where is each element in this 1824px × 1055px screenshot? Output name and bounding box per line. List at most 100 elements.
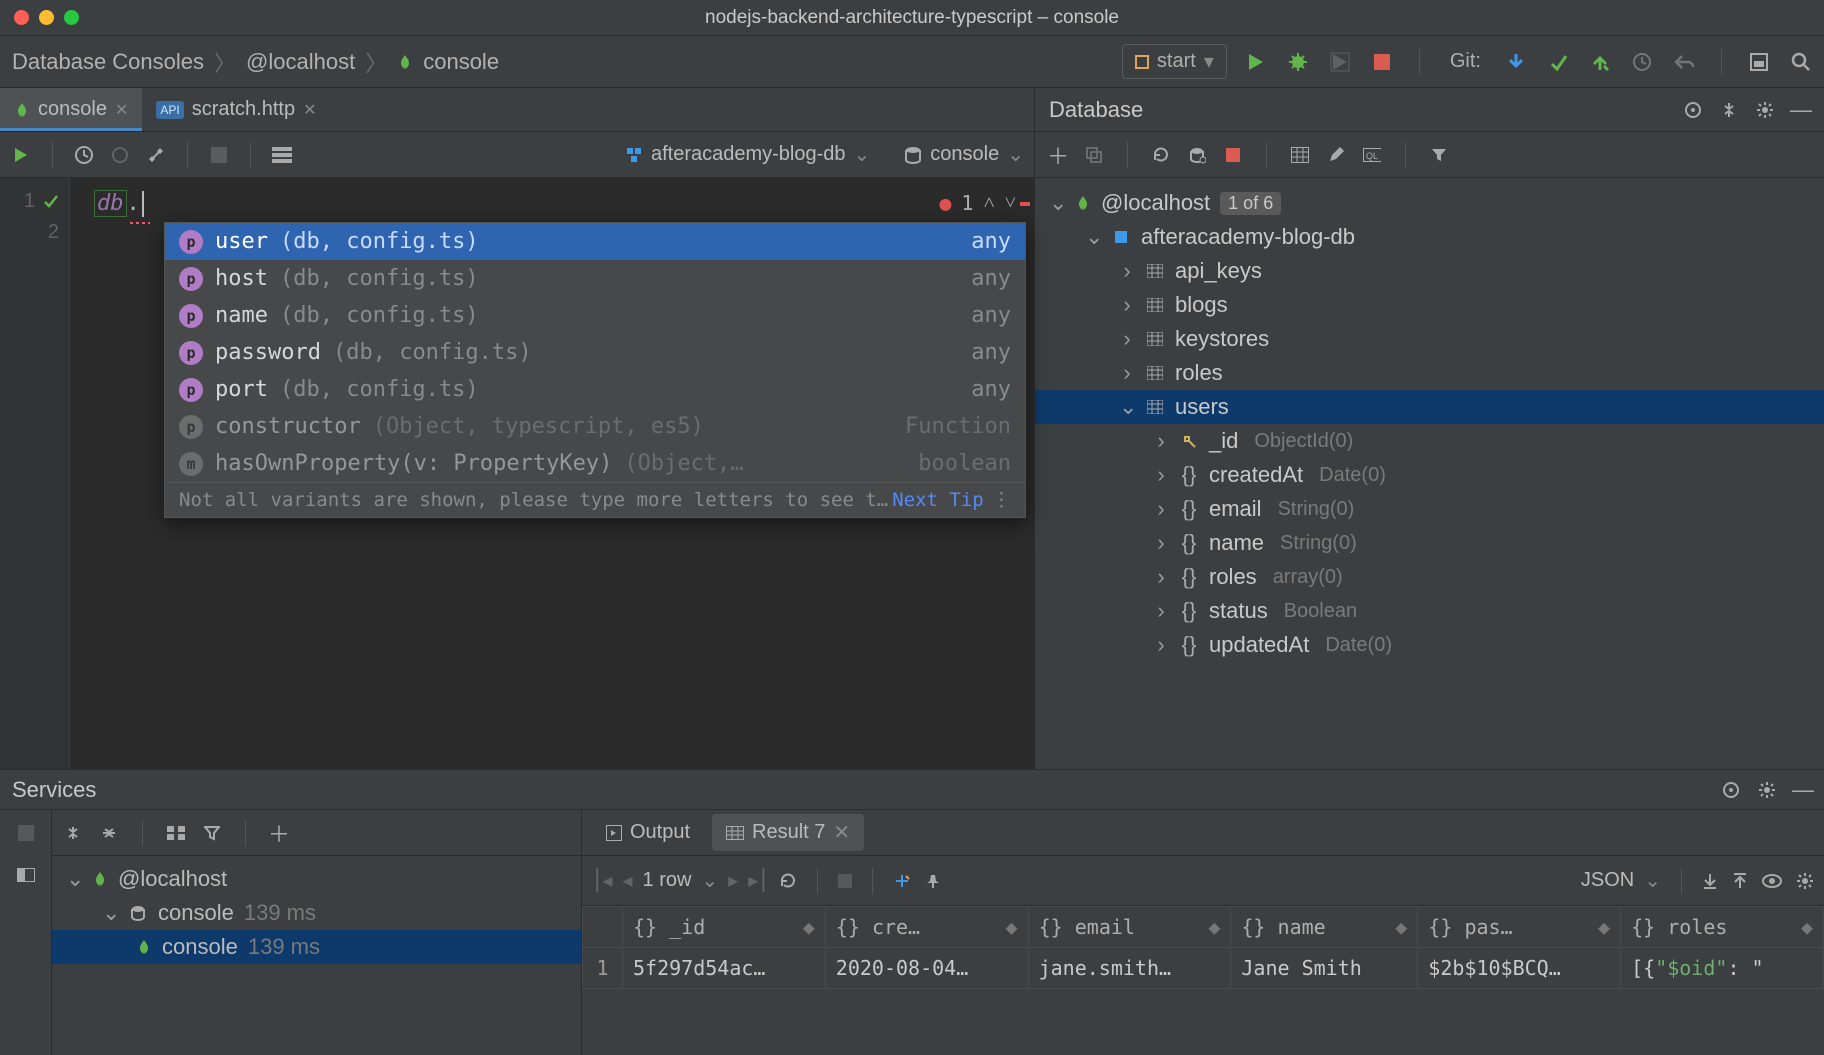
code-body[interactable]: db. ● 1 ˄ ˅ p user (db, config.ts) bbox=[70, 178, 1034, 769]
edit-icon[interactable] bbox=[1327, 146, 1345, 164]
tree-node-column[interactable]: ›{}emailString(0) bbox=[1035, 492, 1824, 526]
more-menu-icon[interactable]: ⋮ bbox=[992, 489, 1011, 511]
service-node-console[interactable]: ⌄ console 139 ms bbox=[52, 896, 581, 930]
prev-page-icon[interactable]: ◂ bbox=[622, 868, 632, 893]
gear-icon[interactable] bbox=[1796, 872, 1814, 890]
ide-settings-icon[interactable] bbox=[1748, 51, 1770, 73]
tree-node-column[interactable]: ›{}rolesarray(0) bbox=[1035, 560, 1824, 594]
next-error-icon[interactable]: ˅ bbox=[1005, 190, 1016, 215]
column-header[interactable]: {} name◆ bbox=[1231, 907, 1418, 948]
cell-roles[interactable]: [{"$oid": " bbox=[1621, 948, 1824, 989]
locate-icon[interactable] bbox=[1684, 101, 1702, 119]
tree-node-table[interactable]: ›keystores bbox=[1035, 322, 1824, 356]
completion-popup[interactable]: p user (db, config.ts) any p host (db, c… bbox=[164, 222, 1026, 518]
result-tab[interactable]: Result 7 ✕ bbox=[712, 814, 864, 851]
minimize-window-button[interactable] bbox=[39, 10, 54, 25]
cell-createdat[interactable]: 2020-08-04… bbox=[825, 948, 1028, 989]
query-console-icon[interactable]: QL bbox=[1363, 146, 1381, 164]
inspection-widget[interactable]: ● 1 ˄ ˅ bbox=[939, 190, 1016, 215]
sync-icon[interactable] bbox=[1188, 146, 1206, 164]
completion-item[interactable]: p host (db, config.ts) any bbox=[165, 260, 1025, 297]
completion-item[interactable]: p password (db, config.ts) any bbox=[165, 334, 1025, 371]
close-tab-icon[interactable]: ✕ bbox=[303, 100, 316, 120]
error-stripe-mark[interactable] bbox=[1020, 202, 1030, 206]
export-down-icon[interactable] bbox=[1702, 872, 1718, 890]
settings-icon[interactable] bbox=[145, 144, 167, 166]
cell-name[interactable]: Jane Smith bbox=[1231, 948, 1418, 989]
tree-node-table[interactable]: ⌄users bbox=[1035, 390, 1824, 424]
prev-error-icon[interactable]: ˄ bbox=[983, 190, 994, 215]
service-node-query[interactable]: console 139 ms bbox=[52, 930, 581, 964]
completion-item[interactable]: p constructor (Object, typescript, es5) … bbox=[165, 408, 1025, 445]
services-tree[interactable]: ⌄ @localhost ⌄ console 139 ms console 13… bbox=[52, 856, 581, 1055]
row-count-label[interactable]: 1 row bbox=[643, 869, 692, 892]
expand-all-icon[interactable] bbox=[64, 824, 82, 842]
last-page-icon[interactable]: ▸⎮ bbox=[748, 868, 768, 893]
cell-email[interactable]: jane.smith… bbox=[1028, 948, 1231, 989]
close-tab-icon[interactable]: ✕ bbox=[833, 820, 850, 845]
tree-node-column[interactable]: ›{}nameString(0) bbox=[1035, 526, 1824, 560]
breadcrumb-item[interactable]: console bbox=[423, 49, 499, 75]
hide-icon[interactable]: — bbox=[1792, 101, 1810, 119]
git-commit-icon[interactable] bbox=[1547, 51, 1569, 73]
breadcrumb[interactable]: Database Consoles 〉 @localhost 〉 console bbox=[12, 46, 499, 78]
view-icon[interactable] bbox=[1762, 874, 1782, 888]
tree-node-schema[interactable]: ⌄ afteracademy-blog-db bbox=[1035, 220, 1824, 254]
viewer-selector[interactable]: JSON ⌄ bbox=[1581, 868, 1661, 893]
layout-icon[interactable] bbox=[271, 144, 293, 166]
tree-node-column[interactable]: ›{}statusBoolean bbox=[1035, 594, 1824, 628]
code-editor[interactable]: 1 2 db. ● 1 ˄ ˅ bbox=[0, 178, 1034, 769]
collapse-icon[interactable] bbox=[1720, 101, 1738, 119]
tree-node-table[interactable]: ›api_keys bbox=[1035, 254, 1824, 288]
hide-icon[interactable]: — bbox=[1794, 781, 1812, 799]
gear-icon[interactable] bbox=[1758, 781, 1776, 799]
layout-icon[interactable] bbox=[17, 866, 35, 884]
git-push-icon[interactable] bbox=[1589, 51, 1611, 73]
tree-node-datasource[interactable]: ⌄ @localhost 1 of 6 bbox=[1035, 186, 1824, 220]
cell-password[interactable]: $2b$10$BCQ… bbox=[1418, 948, 1621, 989]
editor-tab-console[interactable]: console ✕ bbox=[0, 88, 142, 131]
schema-selector[interactable]: afteracademy-blog-db ⌄ bbox=[625, 142, 870, 167]
breadcrumb-item[interactable]: @localhost bbox=[246, 49, 355, 75]
pin-icon[interactable] bbox=[925, 873, 941, 889]
filter-icon[interactable] bbox=[1430, 146, 1448, 164]
tree-node-column[interactable]: ›{}createdAtDate(0) bbox=[1035, 458, 1824, 492]
stop-icon[interactable] bbox=[17, 824, 35, 842]
column-header[interactable]: {} email◆ bbox=[1028, 907, 1231, 948]
completion-item[interactable]: p name (db, config.ts) any bbox=[165, 297, 1025, 334]
first-page-icon[interactable]: ⎮◂ bbox=[592, 868, 612, 893]
git-history-icon[interactable] bbox=[1631, 51, 1653, 73]
stop-button[interactable] bbox=[1371, 51, 1393, 73]
run-config-selector[interactable]: start ▾ bbox=[1122, 44, 1227, 79]
undo-icon[interactable] bbox=[1673, 51, 1695, 73]
chevron-down-icon[interactable]: ⌄ bbox=[701, 868, 718, 893]
completion-item[interactable]: p user (db, config.ts) any bbox=[165, 223, 1025, 260]
add-service-icon[interactable]: ＋ bbox=[270, 824, 288, 842]
cell-id[interactable]: 5f297d54ac… bbox=[623, 948, 826, 989]
tree-node-column[interactable]: ›{}updatedAtDate(0) bbox=[1035, 628, 1824, 662]
add-row-icon[interactable] bbox=[893, 872, 911, 890]
output-tab[interactable]: Output bbox=[592, 815, 704, 850]
add-datasource-icon[interactable]: ＋ bbox=[1049, 146, 1067, 164]
column-header[interactable]: {} _id◆ bbox=[623, 907, 826, 948]
debug-button[interactable] bbox=[1287, 51, 1309, 73]
git-update-icon[interactable] bbox=[1505, 51, 1527, 73]
result-grid[interactable]: {} _id◆ {} cre…◆ {} email◆ {} name◆ {} p… bbox=[582, 906, 1824, 1055]
stop-icon[interactable] bbox=[208, 144, 230, 166]
run-button[interactable] bbox=[1245, 51, 1267, 73]
refresh-icon[interactable] bbox=[1152, 146, 1170, 164]
import-up-icon[interactable] bbox=[1732, 872, 1748, 890]
coverage-button[interactable] bbox=[1329, 51, 1351, 73]
group-icon[interactable] bbox=[167, 824, 185, 842]
gear-icon[interactable] bbox=[1756, 101, 1774, 119]
next-tip-link[interactable]: Next Tip bbox=[892, 489, 984, 511]
completion-item[interactable]: p port (db, config.ts) any bbox=[165, 371, 1025, 408]
tree-node-column[interactable]: ›_idObjectId(0) bbox=[1035, 424, 1824, 458]
session-selector[interactable]: console ⌄ bbox=[904, 142, 1024, 167]
locate-icon[interactable] bbox=[1722, 781, 1740, 799]
completion-item[interactable]: m hasOwnProperty(v: PropertyKey) (Object… bbox=[165, 445, 1025, 482]
filter-icon[interactable] bbox=[203, 824, 221, 842]
tree-node-table[interactable]: ›blogs bbox=[1035, 288, 1824, 322]
stop-icon[interactable] bbox=[838, 874, 852, 888]
close-tab-icon[interactable]: ✕ bbox=[115, 100, 128, 120]
